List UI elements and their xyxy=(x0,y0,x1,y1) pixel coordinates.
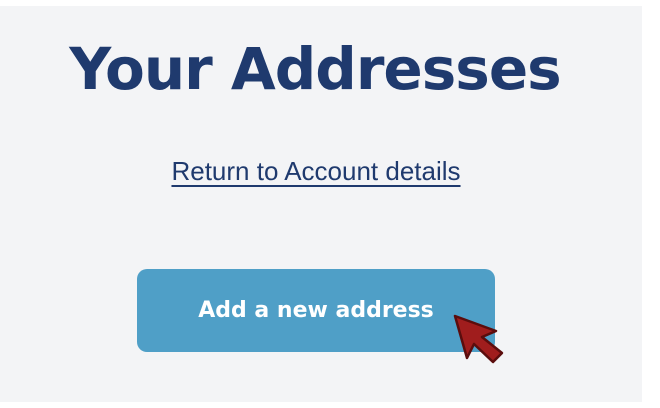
return-to-account-link[interactable]: Return to Account details xyxy=(0,156,632,187)
page-title: Your Addresses xyxy=(69,35,561,103)
add-new-address-button[interactable]: Add a new address xyxy=(137,269,495,352)
mouse-pointer-icon xyxy=(453,314,504,364)
main-panel: Your Addresses Return to Account details… xyxy=(0,6,642,402)
